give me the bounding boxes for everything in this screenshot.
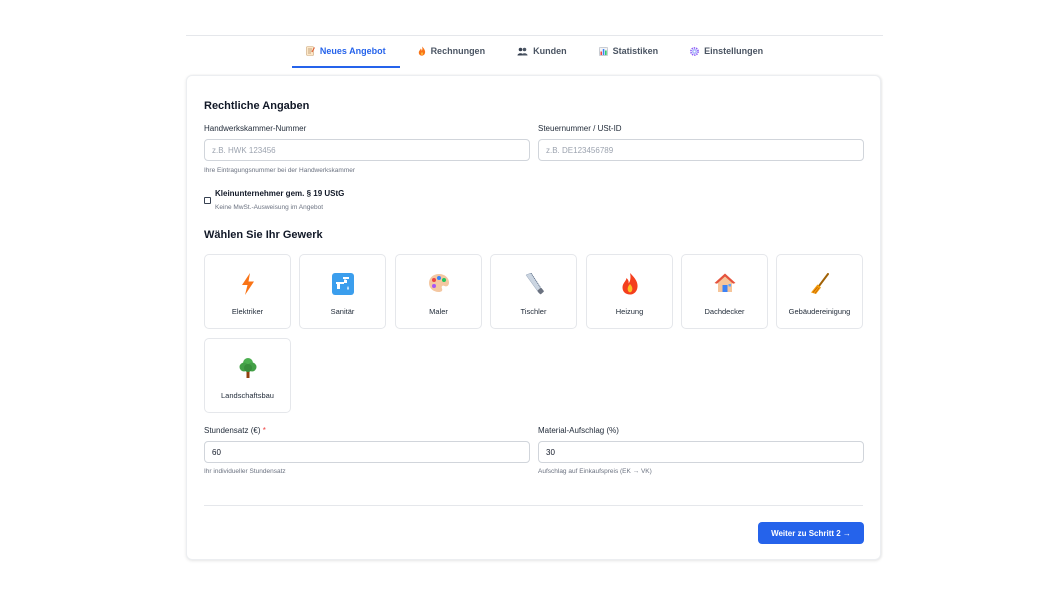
hourly-rate-label: Stundensatz (€) *: [204, 426, 266, 435]
tax-id-label: Steuernummer / USt-ID: [538, 124, 622, 133]
memo-icon: [306, 46, 315, 56]
house-icon: [714, 273, 736, 295]
trade-label: Elektriker: [231, 307, 264, 316]
tax-id-input[interactable]: [538, 139, 864, 161]
trade-label: Gebäudereinigung: [788, 307, 851, 316]
material-markup-hint: Aufschlag auf Einkaufspreis (EK → VK): [538, 468, 652, 475]
required-mark: *: [262, 426, 266, 435]
trade-tile-sanitaer[interactable]: Sanitär: [299, 254, 386, 329]
hwk-number-input[interactable]: [204, 139, 530, 161]
tab-statistiken[interactable]: Statistiken: [585, 36, 673, 68]
trade-tile-elektriker[interactable]: Elektriker: [204, 254, 291, 329]
trade-label: Landschaftsbau: [221, 391, 274, 400]
tab-label: Kunden: [533, 46, 567, 56]
hourly-rate-input[interactable]: [204, 441, 530, 463]
trade-label: Sanitär: [330, 307, 355, 316]
tab-neues-angebot[interactable]: Neues Angebot: [291, 36, 400, 68]
trade-tile-tischler[interactable]: Tischler: [490, 254, 577, 329]
trade-tile-maler[interactable]: Maler: [395, 254, 482, 329]
material-markup-label: Material-Aufschlag (%): [538, 426, 619, 435]
trade-label: Maler: [429, 307, 448, 316]
tab-label: Einstellungen: [704, 46, 764, 56]
fire-icon: [418, 46, 426, 56]
trade-label: Tischler: [520, 307, 547, 316]
main-nav: Neues Angebot Rechnungen Kunden Statisti…: [186, 36, 883, 74]
form-divider: [204, 505, 863, 506]
lightning-icon: [241, 273, 255, 295]
gear-icon: [690, 46, 699, 56]
trade-label: Dachdecker: [704, 307, 745, 316]
palette-icon: [428, 273, 450, 295]
flame-icon: [621, 273, 639, 295]
small-business-hint: Keine MwSt.-Ausweisung im Angebot: [215, 204, 324, 211]
trade-tile-dachdecker[interactable]: Dachdecker: [681, 254, 768, 329]
saw-icon: [524, 272, 544, 295]
small-business-label: Kleinunternehmer gem. § 19 UStG: [215, 189, 345, 198]
trade-tile-landschaftsbau[interactable]: Landschaftsbau: [204, 338, 291, 413]
material-markup-input[interactable]: [538, 441, 864, 463]
next-step-button[interactable]: Weiter zu Schritt 2 →: [758, 522, 864, 544]
trade-tile-heizung[interactable]: Heizung: [586, 254, 673, 329]
hourly-rate-hint: Ihr individueller Stundensatz: [204, 468, 286, 475]
offer-form-card: Rechtliche Angaben Handwerkskammer-Numme…: [186, 75, 881, 560]
legal-section-title: Rechtliche Angaben: [204, 100, 310, 112]
broom-icon: [810, 273, 830, 295]
tab-label: Neues Angebot: [319, 46, 386, 56]
tab-label: Statistiken: [612, 46, 659, 56]
people-icon: [517, 47, 528, 56]
tab-einstellungen[interactable]: Einstellungen: [676, 36, 777, 68]
tab-label: Rechnungen: [430, 46, 486, 56]
hourly-rate-label-text: Stundensatz (€): [204, 426, 261, 435]
hwk-number-label: Handwerkskammer-Nummer: [204, 124, 307, 133]
small-business-checkbox[interactable]: [204, 197, 211, 204]
hwk-number-hint: Ihre Eintragungsnummer bei der Handwerks…: [204, 167, 356, 174]
trade-label: Heizung: [615, 307, 644, 316]
trade-tile-gebaeudereinigung[interactable]: Gebäudereinigung: [776, 254, 863, 329]
tab-kunden[interactable]: Kunden: [503, 36, 581, 68]
tab-rechnungen[interactable]: Rechnungen: [404, 36, 500, 68]
trade-section-title: Wählen Sie Ihr Gewerk: [204, 229, 323, 241]
tree-icon: [238, 357, 258, 379]
bar-chart-icon: [598, 46, 608, 56]
faucet-icon: [331, 273, 354, 295]
